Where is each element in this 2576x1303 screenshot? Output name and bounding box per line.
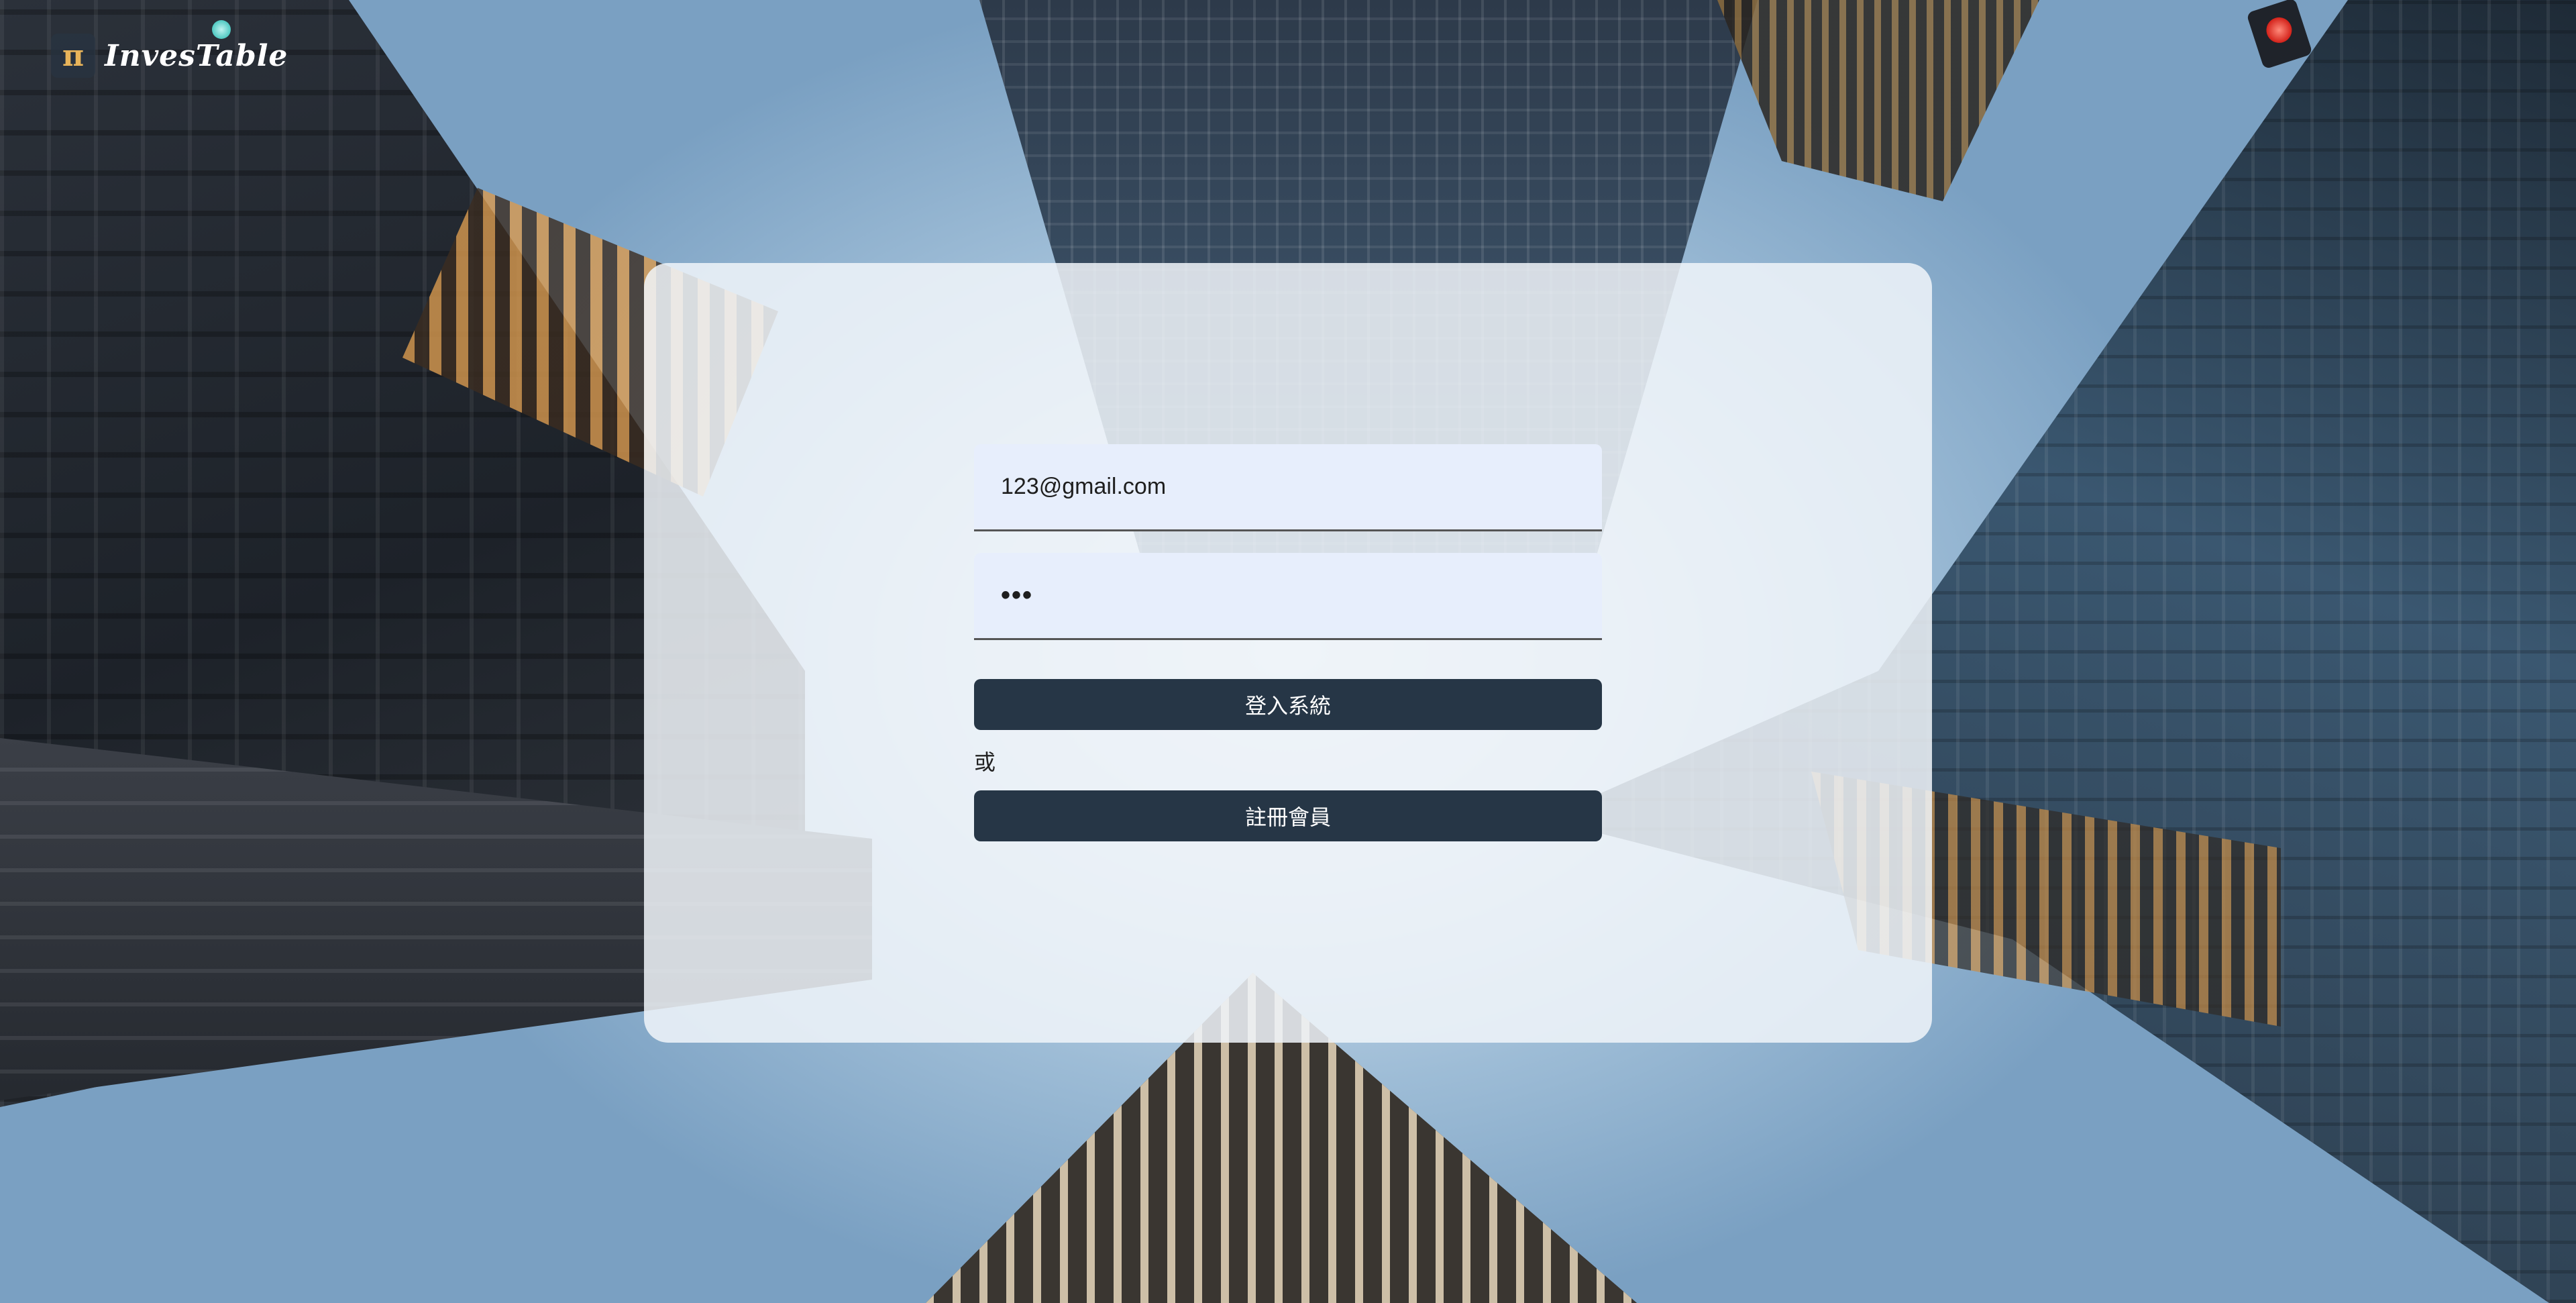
login-button[interactable]: 登入系統: [974, 679, 1602, 730]
login-screen: π InvesTable 123@gmail.com ••• 登入系統 或 註冊…: [0, 0, 2576, 1303]
logo-icon: π: [51, 34, 95, 78]
login-form: 123@gmail.com ••• 登入系統 或 註冊會員: [974, 444, 1602, 841]
or-divider-label: 或: [974, 749, 996, 775]
register-button[interactable]: 註冊會員: [974, 790, 1602, 841]
recording-indicator-icon: [212, 20, 231, 39]
password-field[interactable]: •••: [974, 553, 1602, 640]
email-field[interactable]: 123@gmail.com: [974, 444, 1602, 531]
login-card: 123@gmail.com ••• 登入系統 或 註冊會員: [644, 263, 1932, 1043]
brand-name: InvesTable: [105, 38, 288, 73]
brand-logo[interactable]: π InvesTable: [51, 34, 288, 78]
